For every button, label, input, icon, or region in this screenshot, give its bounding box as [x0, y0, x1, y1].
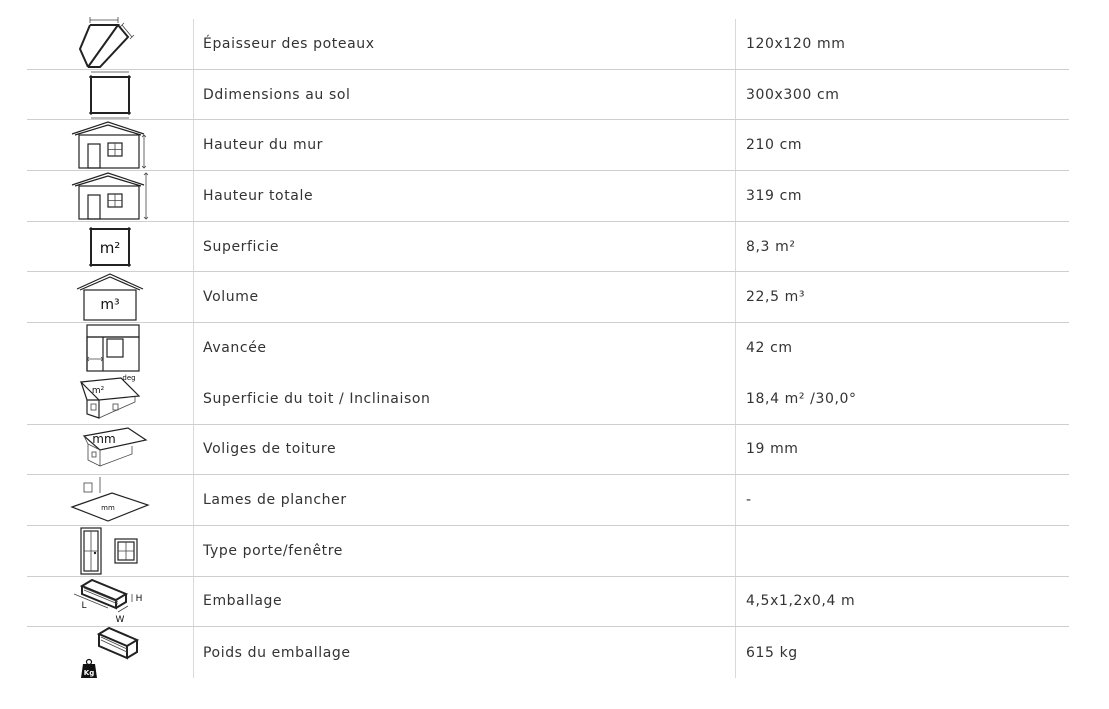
spec-label: Emballage — [193, 576, 735, 627]
spec-value: 300x300 cm — [735, 69, 1069, 120]
spec-value: 615 kg — [735, 627, 1069, 678]
spec-row-total-height: Hauteur totale 319 cm — [27, 171, 1069, 222]
floor-boards-icon: mm — [70, 475, 150, 525]
spec-value: 4,5x1,2x0,4 m — [735, 576, 1069, 627]
spec-label: Type porte/fenêtre — [193, 525, 735, 576]
package-weight-icon-text: Kg — [84, 669, 94, 677]
spec-value: 22,5 m³ — [735, 272, 1069, 323]
spec-label: Superficie — [193, 221, 735, 272]
spec-row-package-weight: Kg Poids du emballage 615 kg — [27, 626, 1069, 678]
spec-label: Hauteur du mur — [193, 120, 735, 171]
post-thickness-icon — [78, 16, 142, 69]
spec-label: Ddimensions au sol — [193, 69, 735, 120]
spec-label: Hauteur totale — [193, 171, 735, 221]
spec-value: 120x120 mm — [735, 19, 1069, 69]
spec-label: Volume — [193, 272, 735, 323]
spec-row-roof-area-slope: m² deg Superficie du toit / Inclinaison … — [27, 374, 1069, 425]
roof-slope-icon-text: deg — [122, 374, 135, 382]
spec-row-package-dimensions: L W H Emballage 4,5x1,2x0,4 m — [27, 576, 1069, 628]
roof-boards-icon-text: mm — [92, 432, 115, 446]
spec-value: 42 cm — [735, 323, 1069, 374]
spec-row-floor-dimensions: Ddimensions au sol 300x300 cm — [27, 69, 1069, 121]
roof-area-slope-icon: m² deg — [77, 374, 143, 424]
spec-row-post-thickness: Épaisseur des poteaux 120x120 mm — [27, 16, 1069, 70]
spec-row-door-window-type: Type porte/fenêtre — [27, 525, 1069, 577]
wall-height-icon — [70, 120, 150, 170]
spec-value: - — [735, 475, 1069, 525]
roof-area-icon-text: m² — [92, 386, 105, 396]
package-dimensions-icon: L W H — [70, 576, 150, 626]
package-width-icon-text: W — [116, 615, 125, 625]
floor-dimensions-icon — [85, 71, 135, 119]
package-length-icon-text: L — [81, 601, 86, 611]
spec-value: 19 mm — [735, 424, 1069, 475]
overhang-icon — [77, 323, 143, 373]
spec-value: 18,4 m² /30,0° — [735, 373, 1069, 424]
spec-value: 210 cm — [735, 120, 1069, 171]
spec-row-wall-height: Hauteur du mur 210 cm — [27, 120, 1069, 172]
spec-label: Superficie du toit / Inclinaison — [193, 373, 735, 424]
spec-value — [735, 525, 1069, 576]
volume-icon-text: m³ — [100, 297, 119, 313]
package-height-icon-text: H — [136, 594, 143, 604]
area-icon-text: m² — [100, 239, 121, 257]
spec-label: Épaisseur des poteaux — [193, 19, 735, 69]
spec-row-roof-boards: mm Voliges de toiture 19 mm — [27, 424, 1069, 476]
spec-value: 8,3 m² — [735, 221, 1069, 272]
area-icon: m² — [85, 223, 135, 271]
package-weight-icon: Kg — [77, 626, 143, 678]
spec-label: Avancée — [193, 323, 735, 374]
volume-icon: m³ — [75, 272, 145, 322]
spec-label: Lames de plancher — [193, 475, 735, 525]
spec-label: Poids du emballage — [193, 627, 735, 678]
spec-row-floor-boards: mm Lames de plancher - — [27, 475, 1069, 526]
specifications-table: Épaisseur des poteaux 120x120 mm Ddimens… — [27, 16, 1069, 678]
spec-row-area: m² Superficie 8,3 m² — [27, 221, 1069, 273]
spec-row-volume: m³ Volume 22,5 m³ — [27, 272, 1069, 324]
spec-label: Voliges de toiture — [193, 424, 735, 475]
floor-boards-icon-text: mm — [101, 504, 115, 512]
door-window-type-icon — [75, 526, 145, 576]
spec-value: 319 cm — [735, 171, 1069, 221]
spec-row-overhang: Avancée 42 cm — [27, 323, 1069, 374]
roof-boards-icon: mm — [70, 424, 150, 474]
total-height-icon — [70, 171, 150, 221]
